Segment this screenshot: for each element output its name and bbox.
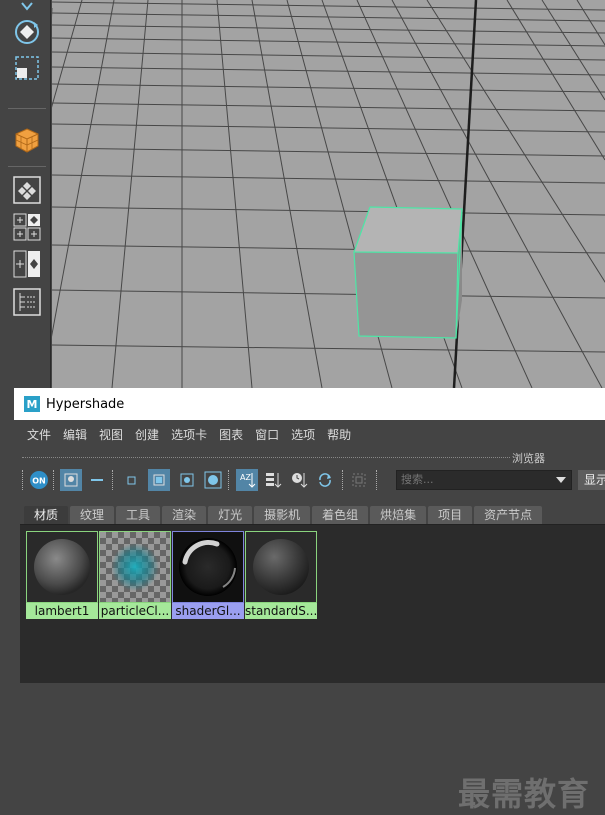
large-swatch-button[interactable] — [176, 469, 198, 491]
two-view-layout-icon[interactable] — [12, 250, 42, 278]
tool-divider — [8, 166, 46, 167]
tab-cameras[interactable]: 摄影机 — [254, 506, 311, 524]
tab-bake-sets[interactable]: 烘焙集 — [370, 506, 427, 524]
tab-projects[interactable]: 项目 — [428, 506, 473, 524]
material-swatch-particle-cloud[interactable]: particleCl... — [99, 531, 171, 619]
tab-shading-groups[interactable]: 着色组 — [312, 506, 369, 524]
list-view-button[interactable] — [86, 469, 108, 491]
toolbar-grip[interactable] — [376, 470, 380, 490]
toolbar-grip[interactable] — [342, 470, 346, 490]
menu-window[interactable]: 窗口 — [255, 426, 279, 443]
tool-divider — [8, 108, 46, 109]
toolbar-grip[interactable] — [228, 470, 232, 490]
menu-file[interactable]: 文件 — [27, 426, 51, 443]
tab-asset-nodes[interactable]: 资产节点 — [474, 506, 543, 524]
material-swatch-shader-glow[interactable]: shaderGl... — [172, 531, 244, 619]
tab-textures[interactable]: 纹理 — [70, 506, 115, 524]
material-thumb — [27, 532, 97, 602]
on-toggle-label: ON — [32, 477, 46, 486]
material-swatch-lambert1[interactable]: lambert1 — [26, 531, 98, 619]
medium-swatch-button[interactable] — [148, 469, 170, 491]
browser-toolbar: ON AZ 搜索... 显示 — [20, 466, 605, 494]
icons-view-button[interactable] — [60, 469, 82, 491]
window-title: Hypershade — [46, 396, 125, 412]
materials-panel[interactable]: lambert1 particleCl... shaderGl... stand… — [20, 524, 605, 813]
menu-options[interactable]: 选项 — [291, 426, 315, 443]
frame-selection-icon[interactable] — [348, 469, 370, 491]
on-toggle-button[interactable]: ON — [28, 469, 50, 491]
toolbar-grip[interactable] — [112, 470, 116, 490]
menu-edit[interactable]: 编辑 — [63, 426, 87, 443]
small-swatch-button[interactable] — [120, 469, 142, 491]
tab-materials[interactable]: 材质 — [24, 506, 69, 524]
four-view-layout-icon[interactable] — [12, 213, 42, 241]
sort-by-type-button[interactable] — [262, 469, 284, 491]
selected-cube[interactable] — [353, 206, 463, 339]
scale-icon[interactable] — [12, 54, 42, 82]
menu-tabs[interactable]: 选项卡 — [171, 426, 207, 443]
menu-bar: 文件 编辑 视图 创建 选项卡 图表 窗口 选项 帮助 — [20, 420, 605, 448]
tab-rendering[interactable]: 渲染 — [162, 506, 207, 524]
panel-drag-line — [22, 457, 510, 458]
menu-help[interactable]: 帮助 — [327, 426, 351, 443]
xlarge-swatch-button[interactable] — [202, 469, 224, 491]
refresh-icon[interactable] — [314, 469, 336, 491]
tab-utilities[interactable]: 工具 — [116, 506, 161, 524]
material-label: shaderGl... — [172, 603, 244, 619]
browser-label: 浏览器 — [512, 452, 545, 465]
maya-logo-icon: M — [24, 396, 40, 412]
search-input[interactable] — [396, 470, 572, 490]
material-label: lambert1 — [26, 603, 98, 619]
rotate-icon[interactable] — [12, 18, 42, 46]
browser-tabs: 材质 纹理 工具 渲染 灯光 摄影机 着色组 烘焙集 项目 资产节点 — [24, 506, 604, 524]
search-dropdown-icon[interactable] — [556, 477, 566, 483]
viewport-3d[interactable] — [52, 0, 605, 388]
material-label: particleCl... — [99, 603, 171, 619]
browser-panel-header[interactable]: 浏览器 — [20, 450, 605, 465]
material-thumb — [173, 532, 243, 602]
material-label: standardS... — [245, 603, 317, 619]
menu-view[interactable]: 视图 — [99, 426, 123, 443]
mesh-cube-icon[interactable] — [12, 126, 42, 154]
sort-by-name-label: AZ — [240, 473, 251, 482]
material-thumb — [246, 532, 316, 602]
material-swatch-standard-surface[interactable]: standardS... — [245, 531, 317, 619]
menu-create[interactable]: 创建 — [135, 426, 159, 443]
watermark: 最需教育 — [458, 775, 591, 813]
show-button[interactable]: 显示 — [578, 470, 605, 490]
perspective-grid — [52, 0, 605, 388]
sort-by-name-button[interactable]: AZ — [236, 469, 258, 491]
outliner-icon[interactable] — [12, 176, 42, 204]
hypershade-title-bar[interactable]: M Hypershade — [14, 388, 605, 420]
hypershade-window[interactable]: M Hypershade 文件 编辑 视图 创建 选项卡 图表 窗口 选项 帮助… — [14, 388, 605, 813]
toolbar-grip[interactable] — [53, 470, 57, 490]
sort-by-time-button[interactable] — [288, 469, 310, 491]
outliner-list-icon[interactable] — [12, 288, 42, 316]
toolbar-grip[interactable] — [22, 470, 26, 490]
chevron-down-icon[interactable] — [12, 0, 42, 20]
tab-lights[interactable]: 灯光 — [208, 506, 253, 524]
material-thumb — [100, 532, 170, 602]
menu-graph[interactable]: 图表 — [219, 426, 243, 443]
